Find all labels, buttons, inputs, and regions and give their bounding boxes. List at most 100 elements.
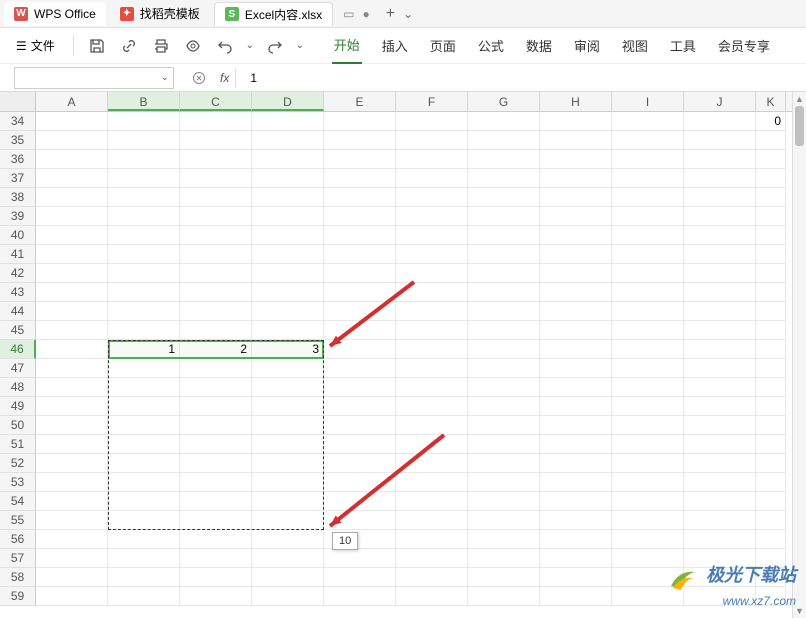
cell-B39[interactable] bbox=[108, 207, 180, 226]
cell-I46[interactable] bbox=[612, 340, 684, 359]
cell-E53[interactable] bbox=[324, 473, 396, 492]
cell-A59[interactable] bbox=[36, 587, 108, 606]
cell-H55[interactable] bbox=[540, 511, 612, 530]
cell-A54[interactable] bbox=[36, 492, 108, 511]
cell-C54[interactable] bbox=[180, 492, 252, 511]
row-header-51[interactable]: 51 bbox=[0, 435, 36, 454]
row-header-40[interactable]: 40 bbox=[0, 226, 36, 245]
cell-B35[interactable] bbox=[108, 131, 180, 150]
cell-C44[interactable] bbox=[180, 302, 252, 321]
cell-B36[interactable] bbox=[108, 150, 180, 169]
tab-vip[interactable]: 会员专享 bbox=[716, 28, 772, 63]
cell-K52[interactable] bbox=[756, 454, 786, 473]
cell-J49[interactable] bbox=[684, 397, 756, 416]
cell-D42[interactable] bbox=[252, 264, 324, 283]
cell-B47[interactable] bbox=[108, 359, 180, 378]
row-header-50[interactable]: 50 bbox=[0, 416, 36, 435]
cell-G45[interactable] bbox=[468, 321, 540, 340]
cell-K46[interactable] bbox=[756, 340, 786, 359]
row-header-39[interactable]: 39 bbox=[0, 207, 36, 226]
cell-G52[interactable] bbox=[468, 454, 540, 473]
cell-H58[interactable] bbox=[540, 568, 612, 587]
app-tab-template[interactable]: ✦ 找稻壳模板 bbox=[110, 2, 210, 26]
cell-K48[interactable] bbox=[756, 378, 786, 397]
cell-G42[interactable] bbox=[468, 264, 540, 283]
tab-start[interactable]: 开始 bbox=[332, 27, 362, 64]
cell-D48[interactable] bbox=[252, 378, 324, 397]
cell-A50[interactable] bbox=[36, 416, 108, 435]
cell-J35[interactable] bbox=[684, 131, 756, 150]
cell-A47[interactable] bbox=[36, 359, 108, 378]
cell-E46[interactable] bbox=[324, 340, 396, 359]
cell-D39[interactable] bbox=[252, 207, 324, 226]
cell-K39[interactable] bbox=[756, 207, 786, 226]
cell-E42[interactable] bbox=[324, 264, 396, 283]
cell-H44[interactable] bbox=[540, 302, 612, 321]
cell-B56[interactable] bbox=[108, 530, 180, 549]
cell-G51[interactable] bbox=[468, 435, 540, 454]
cell-I44[interactable] bbox=[612, 302, 684, 321]
cell-C52[interactable] bbox=[180, 454, 252, 473]
vertical-scrollbar[interactable]: ▲ ▼ bbox=[792, 92, 806, 618]
cell-F58[interactable] bbox=[396, 568, 468, 587]
redo-icon[interactable] bbox=[262, 33, 288, 59]
cell-E52[interactable] bbox=[324, 454, 396, 473]
cell-C46[interactable]: 2 bbox=[180, 340, 252, 359]
cell-C39[interactable] bbox=[180, 207, 252, 226]
cell-F56[interactable] bbox=[396, 530, 468, 549]
row-header-55[interactable]: 55 bbox=[0, 511, 36, 530]
cell-A46[interactable] bbox=[36, 340, 108, 359]
cell-F36[interactable] bbox=[396, 150, 468, 169]
fx-label[interactable]: fx bbox=[220, 71, 229, 85]
cell-C51[interactable] bbox=[180, 435, 252, 454]
cell-B45[interactable] bbox=[108, 321, 180, 340]
cell-B53[interactable] bbox=[108, 473, 180, 492]
cell-I35[interactable] bbox=[612, 131, 684, 150]
row-header-43[interactable]: 43 bbox=[0, 283, 36, 302]
cell-J54[interactable] bbox=[684, 492, 756, 511]
col-header-K[interactable]: K bbox=[756, 92, 786, 111]
cell-G46[interactable] bbox=[468, 340, 540, 359]
cell-I50[interactable] bbox=[612, 416, 684, 435]
cell-K40[interactable] bbox=[756, 226, 786, 245]
cell-G43[interactable] bbox=[468, 283, 540, 302]
row-header-57[interactable]: 57 bbox=[0, 549, 36, 568]
cell-J51[interactable] bbox=[684, 435, 756, 454]
cell-G36[interactable] bbox=[468, 150, 540, 169]
row-header-59[interactable]: 59 bbox=[0, 587, 36, 606]
cell-C56[interactable] bbox=[180, 530, 252, 549]
formula-input[interactable] bbox=[242, 71, 806, 85]
tab-data[interactable]: 数据 bbox=[524, 28, 554, 63]
cell-D34[interactable] bbox=[252, 112, 324, 131]
row-header-54[interactable]: 54 bbox=[0, 492, 36, 511]
cell-D45[interactable] bbox=[252, 321, 324, 340]
row-header-34[interactable]: 34 bbox=[0, 112, 36, 131]
cell-B42[interactable] bbox=[108, 264, 180, 283]
cell-E38[interactable] bbox=[324, 188, 396, 207]
cell-B43[interactable] bbox=[108, 283, 180, 302]
cell-J48[interactable] bbox=[684, 378, 756, 397]
cell-H38[interactable] bbox=[540, 188, 612, 207]
cell-A36[interactable] bbox=[36, 150, 108, 169]
cell-K51[interactable] bbox=[756, 435, 786, 454]
cell-H56[interactable] bbox=[540, 530, 612, 549]
cell-D38[interactable] bbox=[252, 188, 324, 207]
cell-I47[interactable] bbox=[612, 359, 684, 378]
cell-D59[interactable] bbox=[252, 587, 324, 606]
cell-D44[interactable] bbox=[252, 302, 324, 321]
row-header-49[interactable]: 49 bbox=[0, 397, 36, 416]
cell-A38[interactable] bbox=[36, 188, 108, 207]
cell-C41[interactable] bbox=[180, 245, 252, 264]
cell-H50[interactable] bbox=[540, 416, 612, 435]
cell-E35[interactable] bbox=[324, 131, 396, 150]
cell-D46[interactable]: 3 bbox=[252, 340, 324, 359]
cell-G39[interactable] bbox=[468, 207, 540, 226]
cell-H46[interactable] bbox=[540, 340, 612, 359]
row-header-58[interactable]: 58 bbox=[0, 568, 36, 587]
cell-E34[interactable] bbox=[324, 112, 396, 131]
cell-C40[interactable] bbox=[180, 226, 252, 245]
spreadsheet[interactable]: ABCDEFGHIJK34035363738394041424344454612… bbox=[0, 92, 806, 606]
cell-C55[interactable] bbox=[180, 511, 252, 530]
row-header-46[interactable]: 46 bbox=[0, 340, 36, 359]
cell-J52[interactable] bbox=[684, 454, 756, 473]
